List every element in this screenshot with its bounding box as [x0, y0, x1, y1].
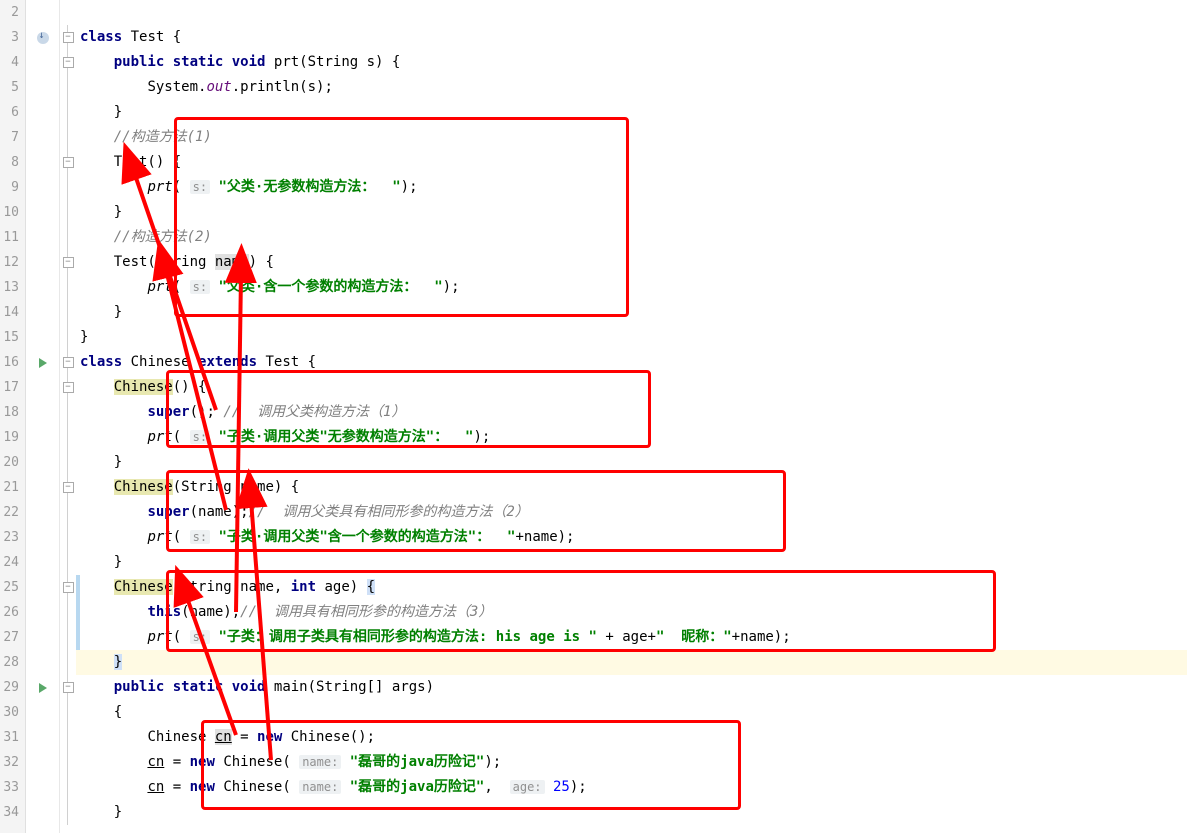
run-icon[interactable]: [39, 683, 47, 693]
line-number: 13: [0, 275, 19, 300]
code-line[interactable]: }: [76, 800, 1187, 825]
fold-gutter: − − − − − − − − −: [60, 0, 76, 833]
line-number: 5: [0, 75, 19, 100]
line-number: 22: [0, 500, 19, 525]
line-number: 20: [0, 450, 19, 475]
line-number: 10: [0, 200, 19, 225]
run-icon[interactable]: [39, 358, 47, 368]
code-line[interactable]: super(); // 调用父类构造方法（1）: [76, 400, 1187, 425]
line-number: 30: [0, 700, 19, 725]
code-line[interactable]: super(name);// 调用父类具有相同形参的构造方法（2）: [76, 500, 1187, 525]
fold-toggle-icon[interactable]: −: [63, 32, 74, 43]
fold-toggle-icon[interactable]: −: [63, 482, 74, 493]
line-number: 27: [0, 625, 19, 650]
fold-toggle-icon[interactable]: −: [63, 57, 74, 68]
line-number: 2: [0, 0, 19, 25]
line-number: 33: [0, 775, 19, 800]
fold-toggle-icon[interactable]: −: [63, 157, 74, 168]
line-number: 4: [0, 50, 19, 75]
fold-toggle-icon[interactable]: −: [63, 357, 74, 368]
code-line[interactable]: Chinese(String name, int age) {: [76, 575, 1187, 600]
code-line[interactable]: public static void prt(String s) {: [76, 50, 1187, 75]
code-line[interactable]: //构造方法(2): [76, 225, 1187, 250]
code-line[interactable]: Chinese(String name) {: [76, 475, 1187, 500]
code-line[interactable]: prt( s: "子类：调用子类具有相同形参的构造方法: his age is …: [76, 625, 1187, 650]
code-line[interactable]: Chinese() {: [76, 375, 1187, 400]
line-number: 16: [0, 350, 19, 375]
line-number: 12: [0, 250, 19, 275]
line-number: 28: [0, 650, 19, 675]
code-line[interactable]: System.out.println(s);: [76, 75, 1187, 100]
code-line[interactable]: }: [76, 450, 1187, 475]
line-number: 11: [0, 225, 19, 250]
code-line[interactable]: }: [76, 325, 1187, 350]
line-number: 19: [0, 425, 19, 450]
code-line[interactable]: [76, 0, 1187, 25]
line-number: 18: [0, 400, 19, 425]
line-number: 21: [0, 475, 19, 500]
code-editor[interactable]: 2 3 4 5 6 7 8 9 10 11 12 13 14 15 16 17 …: [0, 0, 1187, 833]
line-number: 7: [0, 125, 19, 150]
fold-toggle-icon[interactable]: −: [63, 257, 74, 268]
code-line[interactable]: class Test {: [76, 25, 1187, 50]
code-line[interactable]: Chinese cn = new Chinese();: [76, 725, 1187, 750]
code-line[interactable]: Test(String name) {: [76, 250, 1187, 275]
implements-icon[interactable]: [37, 32, 49, 44]
line-number: 8: [0, 150, 19, 175]
fold-toggle-icon[interactable]: −: [63, 682, 74, 693]
code-line[interactable]: prt( s: "父类·含一个参数的构造方法： ");: [76, 275, 1187, 300]
code-line[interactable]: class Chinese extends Test {: [76, 350, 1187, 375]
line-number: 15: [0, 325, 19, 350]
code-line[interactable]: {: [76, 700, 1187, 725]
line-number: 23: [0, 525, 19, 550]
fold-toggle-icon[interactable]: −: [63, 382, 74, 393]
icon-gutter: [26, 0, 60, 833]
code-line[interactable]: //构造方法(1): [76, 125, 1187, 150]
code-line[interactable]: prt( s: "父类·无参数构造方法： ");: [76, 175, 1187, 200]
code-line-current[interactable]: }: [76, 650, 1187, 675]
code-line[interactable]: }: [76, 300, 1187, 325]
line-number: 17: [0, 375, 19, 400]
fold-toggle-icon[interactable]: −: [63, 582, 74, 593]
line-number: 25: [0, 575, 19, 600]
line-number-gutter: 2 3 4 5 6 7 8 9 10 11 12 13 14 15 16 17 …: [0, 0, 26, 833]
code-line[interactable]: cn = new Chinese( name: "磊哥的java历险记", ag…: [76, 775, 1187, 800]
code-line[interactable]: prt( s: "子类·调用父类"无参数构造方法"： ");: [76, 425, 1187, 450]
code-line[interactable]: cn = new Chinese( name: "磊哥的java历险记");: [76, 750, 1187, 775]
line-number: 29: [0, 675, 19, 700]
code-line[interactable]: }: [76, 100, 1187, 125]
line-number: 6: [0, 100, 19, 125]
code-line[interactable]: Test() {: [76, 150, 1187, 175]
line-number: 14: [0, 300, 19, 325]
code-line[interactable]: public static void main(String[] args): [76, 675, 1187, 700]
code-line[interactable]: prt( s: "子类·调用父类"含一个参数的构造方法"： "+name);: [76, 525, 1187, 550]
line-number: 34: [0, 800, 19, 825]
code-line[interactable]: this(name);// 调用具有相同形参的构造方法（3）: [76, 600, 1187, 625]
line-number: 31: [0, 725, 19, 750]
code-line[interactable]: }: [76, 200, 1187, 225]
line-number: 32: [0, 750, 19, 775]
line-number: 3: [0, 25, 19, 50]
line-number: 24: [0, 550, 19, 575]
line-number: 9: [0, 175, 19, 200]
code-line[interactable]: }: [76, 550, 1187, 575]
line-number: 26: [0, 600, 19, 625]
code-text-area[interactable]: class Test { public static void prt(Stri…: [76, 0, 1187, 833]
